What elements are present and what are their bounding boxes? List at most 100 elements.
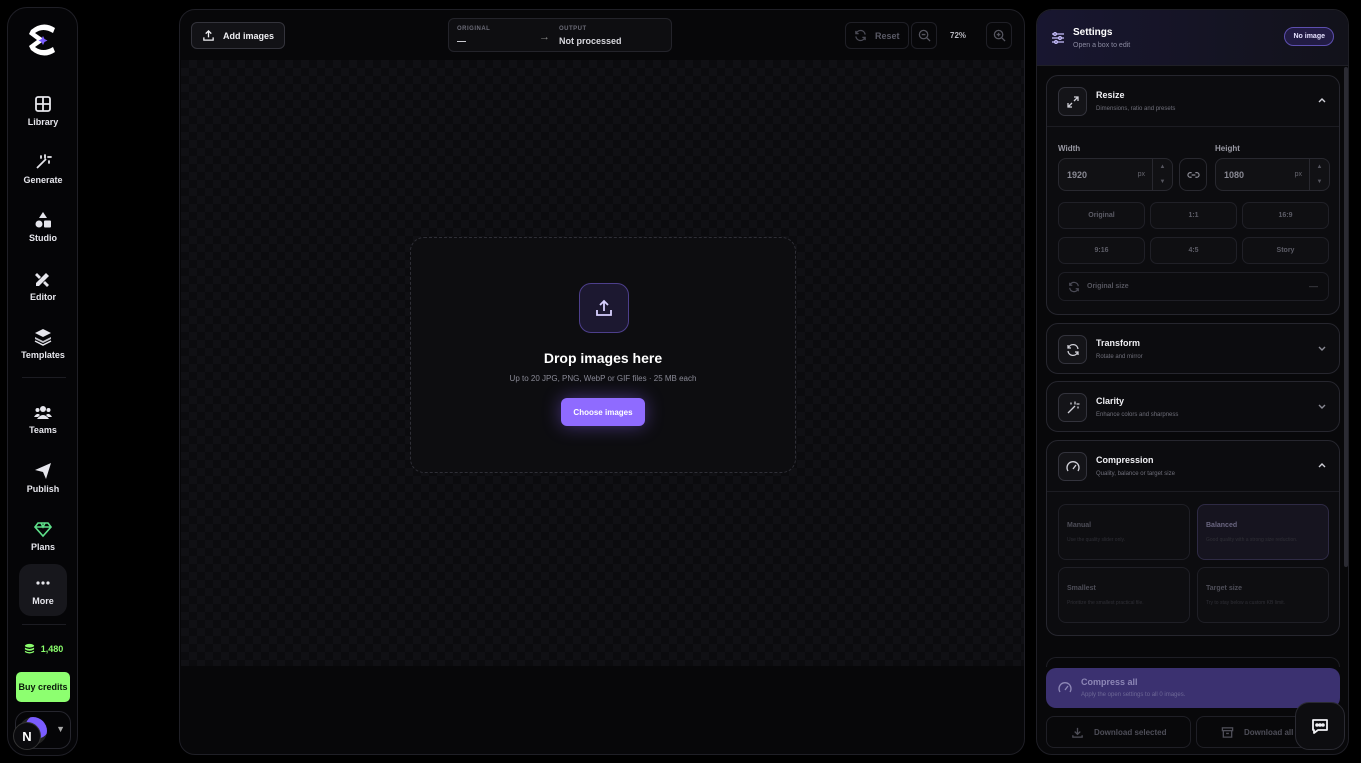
nav-label: More	[32, 596, 54, 606]
buy-credits-button[interactable]: Buy credits	[16, 672, 70, 702]
width-label: Width	[1058, 144, 1081, 153]
original-size-label: Original size	[1087, 283, 1129, 290]
zoom-in-icon	[993, 29, 1006, 42]
nav-teams[interactable]: Teams	[13, 394, 73, 444]
original-size-row[interactable]: Original size —	[1058, 272, 1329, 301]
preset-9-16[interactable]: 9:16	[1058, 237, 1145, 264]
nav-generate[interactable]: Generate	[13, 144, 73, 194]
upload-icon	[579, 283, 629, 333]
nav-more[interactable]: More	[19, 564, 67, 616]
height-field[interactable]: 1080 px ▲ ▼	[1215, 158, 1330, 191]
rotate-icon	[1058, 335, 1087, 364]
original-value: —	[457, 36, 466, 46]
add-images-label: Add images	[223, 30, 275, 41]
gauge-icon	[1058, 682, 1072, 693]
height-label: Height	[1215, 144, 1240, 153]
mode-title: Target size	[1206, 585, 1243, 592]
zoom-out-button[interactable]	[911, 22, 937, 49]
resize-title: Resize	[1096, 90, 1125, 100]
transform-card[interactable]: Transform Rotate and mirror	[1046, 323, 1340, 374]
expand-icon	[1058, 87, 1087, 116]
transform-title: Transform	[1096, 338, 1141, 348]
nav-plans[interactable]: Plans	[13, 511, 73, 561]
compress-all-label: Compress all	[1081, 677, 1138, 687]
next-card-peek	[1046, 657, 1340, 667]
panel-scrollbar[interactable]	[1344, 67, 1348, 567]
nav-publish[interactable]: Publish	[13, 453, 73, 503]
output-value: Not processed	[559, 36, 622, 46]
nav-label: Teams	[29, 425, 57, 435]
nav-editor[interactable]: Editor	[13, 261, 73, 311]
preset-16-9[interactable]: 16:9	[1242, 202, 1329, 229]
drop-title: Drop images here	[543, 350, 663, 366]
chat-support-button[interactable]	[1295, 702, 1345, 750]
nav-templates[interactable]: Templates	[13, 319, 73, 369]
mode-title: Balanced	[1206, 522, 1238, 529]
magic-wand-icon	[36, 154, 52, 169]
gem-icon	[34, 522, 52, 538]
choose-images-button[interactable]: Choose images	[561, 398, 645, 426]
zoom-out-icon	[918, 29, 931, 42]
preset-4-5[interactable]: 4:5	[1150, 237, 1237, 264]
drop-zone[interactable]: Drop images here Up to 20 JPG, PNG, WebP…	[410, 237, 796, 473]
compression-subtitle: Quality, balance or target size	[1096, 471, 1175, 477]
resize-card: Resize Dimensions, ratio and presets Wid…	[1046, 75, 1340, 315]
preset-story[interactable]: Story	[1242, 237, 1329, 264]
chevron-up-icon[interactable]: ▲	[1317, 164, 1323, 170]
zoom-in-button[interactable]	[986, 22, 1012, 49]
grid-icon	[35, 96, 51, 112]
lock-ratio-button[interactable]	[1179, 158, 1207, 191]
original-size-value: —	[1309, 281, 1318, 291]
rail-divider	[22, 624, 66, 625]
chevron-down-icon[interactable]	[1317, 343, 1327, 353]
output-key: OUTPUT	[559, 26, 587, 32]
nav-label: Studio	[29, 233, 57, 243]
compression-title: Compression	[1096, 455, 1154, 465]
zoom-level: 72%	[950, 31, 967, 40]
preset-1-1[interactable]: 1:1	[1150, 202, 1237, 229]
preset-original[interactable]: Original	[1058, 202, 1145, 229]
mode-target-size[interactable]: Target size Try to stay below a custom K…	[1197, 567, 1329, 623]
layers-icon	[34, 329, 52, 346]
nav-label: Editor	[30, 292, 56, 302]
archive-icon	[1221, 726, 1234, 738]
coins-icon	[24, 643, 34, 654]
settings-subtitle: Open a box to edit	[1073, 42, 1131, 49]
chevron-down-icon[interactable]: ▼	[1317, 179, 1323, 185]
width-field[interactable]: 1920 px ▲ ▼	[1058, 158, 1173, 191]
chevron-up-icon[interactable]: ▲	[1160, 164, 1166, 170]
download-selected-button[interactable]: Download selected	[1046, 716, 1191, 748]
add-images-button[interactable]: Add images	[191, 22, 286, 49]
mode-smallest[interactable]: Smallest Prioritize the smallest practic…	[1058, 567, 1190, 623]
mode-manual[interactable]: Manual Use the quality slider only.	[1058, 504, 1190, 560]
download-icon	[1072, 727, 1083, 738]
pencil-ruler-icon	[35, 273, 49, 287]
reset-button[interactable]: Reset	[845, 22, 909, 49]
clarity-card[interactable]: Clarity Enhance colors and sharpness	[1046, 381, 1340, 432]
chevron-up-icon[interactable]	[1317, 95, 1327, 105]
account-menu[interactable]: N ▼	[13, 711, 71, 750]
credits-value: 1,480	[40, 643, 64, 654]
width-unit: px	[1137, 171, 1145, 178]
nav-studio[interactable]: Studio	[13, 202, 73, 252]
credits-balance: 1,480	[8, 643, 79, 654]
nav-label: Library	[27, 117, 59, 127]
transform-subtitle: Rotate and mirror	[1096, 354, 1143, 360]
chevron-up-icon[interactable]	[1317, 460, 1327, 470]
chevron-down-icon[interactable]: ▼	[1160, 179, 1166, 185]
width-stepper[interactable]: ▲ ▼	[1152, 159, 1172, 190]
mode-balanced[interactable]: Balanced Good quality with a strong size…	[1197, 504, 1329, 560]
resize-subtitle: Dimensions, ratio and presets	[1096, 106, 1176, 112]
refresh-icon	[1069, 281, 1079, 293]
chevron-down-icon[interactable]	[1317, 401, 1327, 411]
download-selected-label: Download selected	[1094, 727, 1167, 737]
compress-all-desc: Apply the open settings to all 0 images.	[1081, 692, 1186, 698]
nav-label: Publish	[26, 484, 60, 494]
height-stepper[interactable]: ▲ ▼	[1309, 159, 1329, 190]
compression-card: Compression Quality, balance or target s…	[1046, 440, 1340, 636]
nav-label: Generate	[23, 175, 63, 185]
compress-all-button[interactable]: Compress all Apply the open settings to …	[1046, 668, 1340, 708]
app-logo[interactable]	[23, 20, 63, 60]
card-divider	[1047, 491, 1339, 492]
nav-library[interactable]: Library	[13, 86, 73, 136]
